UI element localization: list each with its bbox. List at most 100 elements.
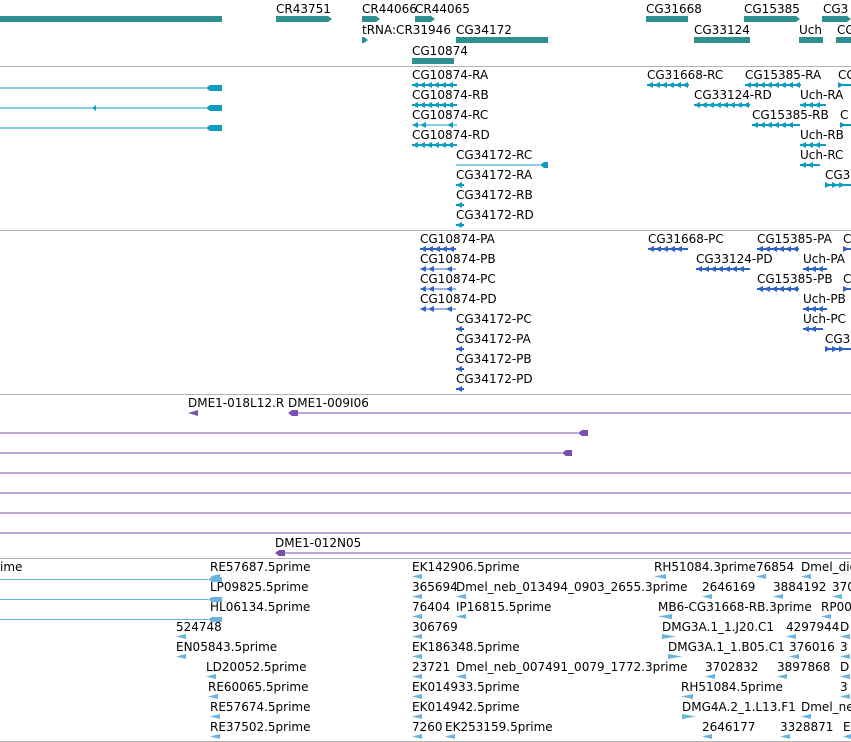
transcript-feature-label[interactable]: Uch-RA [800,88,843,102]
clone-feature-label[interactable]: DME1-012N05 [275,536,361,550]
protein-feature-label[interactable]: CG10874-PA [420,232,495,246]
est-feature[interactable] [780,734,790,739]
gene-feature-label[interactable]: CR44065 [415,2,470,16]
transcript-feature-label[interactable]: CG10874-RA [412,68,488,82]
est-feature[interactable] [0,597,222,602]
protein-feature-label[interactable]: CG34172-PD [456,372,533,386]
transcript-feature-label[interactable]: Uch-RC [800,148,843,162]
est-feature-label[interactable]: 4297944 [786,620,839,634]
est-feature-label[interactable]: LP09825.5prime [210,580,309,594]
est-feature-label[interactable]: 365694 [412,580,458,594]
est-feature[interactable] [832,594,842,599]
est-feature[interactable] [210,734,220,739]
est-feature-label[interactable]: EK014942.5prime [412,700,520,714]
est-feature[interactable] [801,714,811,719]
protein-feature-label[interactable]: Uch-PB [803,292,846,306]
protein-feature-label[interactable]: CG3 [825,332,850,346]
gene-feature-label[interactable]: CG34172 [456,23,512,37]
protein-feature[interactable] [420,306,456,312]
est-feature[interactable] [176,654,186,659]
est-feature[interactable] [456,674,466,679]
transcript-feature-label[interactable]: CG33124-RD [694,88,772,102]
protein-feature-label[interactable]: CG10874-PC [420,272,496,286]
est-feature[interactable] [773,594,783,599]
est-feature-label[interactable]: 306769 [412,620,458,634]
est-feature-label[interactable]: RE37502.5prime [210,720,311,734]
est-feature[interactable] [412,614,422,619]
est-feature[interactable] [654,574,666,579]
protein-feature[interactable] [648,246,688,252]
est-feature[interactable] [456,594,466,599]
est-feature-label[interactable]: RH51084.3prime [654,560,756,574]
gene-feature[interactable] [0,16,222,22]
gene-feature-label[interactable]: CG15385 [744,2,800,16]
est-feature-label[interactable]: 3702832 [705,660,758,674]
est-feature[interactable] [682,714,696,719]
est-feature[interactable] [840,634,850,639]
est-feature-label[interactable]: 76854 [756,560,794,574]
est-feature-label[interactable]: RP00 [821,600,851,614]
est-feature-label[interactable]: RH51084.5prime [681,680,783,694]
est-feature-label[interactable]: 7260 [412,720,443,734]
est-feature-label[interactable]: 2646169 [702,580,755,594]
est-feature[interactable] [801,574,811,579]
est-feature-label[interactable]: EN05843.5prime [176,640,277,654]
est-feature[interactable] [445,734,455,739]
protein-feature-label[interactable]: CG15385-PA [757,232,832,246]
est-feature-label[interactable]: D [840,660,849,674]
transcript-feature[interactable] [647,82,689,88]
est-feature[interactable] [840,674,850,679]
gene-feature-label[interactable]: CG3 [823,2,848,16]
est-feature[interactable] [412,574,422,579]
transcript-feature[interactable] [694,102,750,108]
protein-feature-label[interactable]: C [843,272,851,286]
transcript-feature[interactable] [0,85,222,91]
protein-feature-label[interactable]: CG34172-PC [456,312,532,326]
est-feature-label[interactable]: MB6-CG31668-RB.3prime [658,600,812,614]
clone-feature[interactable] [275,550,851,556]
est-feature[interactable] [412,674,422,679]
est-feature[interactable] [821,614,831,619]
est-feature[interactable] [412,734,422,739]
est-feature-label[interactable]: DMG4A.2_1.L13.F1 [682,700,796,714]
protein-feature[interactable] [696,266,750,272]
transcript-feature-label[interactable]: CG15385-RA [745,68,821,82]
gene-feature-label[interactable]: CR44066 [362,2,417,16]
protein-feature-label[interactable]: CG33124-PD [696,252,773,266]
gene-feature[interactable] [694,37,750,43]
protein-feature-label[interactable]: CG31668-PC [648,232,724,246]
est-feature-label[interactable]: 370 [832,580,851,594]
protein-feature[interactable] [757,286,799,292]
est-feature-label[interactable]: Dmel_dig [801,560,851,574]
est-feature[interactable] [662,634,676,639]
est-feature-label[interactable]: IP16815.5prime [456,600,551,614]
transcript-feature[interactable] [0,105,222,111]
clone-feature-label[interactable]: DME1-009I06 [288,396,369,410]
protein-feature-label[interactable]: C [843,232,851,246]
transcript-feature-label[interactable]: C [840,108,848,122]
est-feature-label[interactable]: RE57687.5prime [210,560,311,574]
gene-feature-label[interactable]: Uch [799,23,822,37]
est-feature-label[interactable]: 3 [840,680,848,694]
protein-feature-label[interactable]: CG10874-PB [420,252,496,266]
est-feature-label[interactable]: 3884192 [773,580,826,594]
est-feature[interactable] [840,654,850,659]
est-feature-label[interactable]: 376016 [789,640,835,654]
est-feature[interactable] [0,577,222,582]
gene-feature-label[interactable]: CG10874 [412,44,468,58]
protein-feature-label[interactable]: CG10874-PD [420,292,497,306]
transcript-feature-label[interactable]: CG34172-RC [456,148,532,162]
est-feature[interactable] [840,694,850,699]
transcript-feature-label[interactable]: CG34172-RA [456,168,532,182]
est-feature-label[interactable]: 524748 [176,620,222,634]
protein-feature-label[interactable]: CG34172-PA [456,332,531,346]
est-feature-label[interactable]: EK142906.5prime [412,560,520,574]
transcript-feature-label[interactable]: CG10874-RB [412,88,489,102]
est-feature-label[interactable]: 3897868 [777,660,830,674]
est-feature-label[interactable]: DMG3A.1_1.B05.C1 [668,640,785,654]
gene-feature[interactable] [799,37,823,43]
est-feature[interactable] [702,594,712,599]
est-feature-label[interactable]: RE60065.5prime [208,680,309,694]
est-feature[interactable] [412,714,422,719]
est-feature-label[interactable]: DMG3A.1_1.J20.C1 [662,620,774,634]
